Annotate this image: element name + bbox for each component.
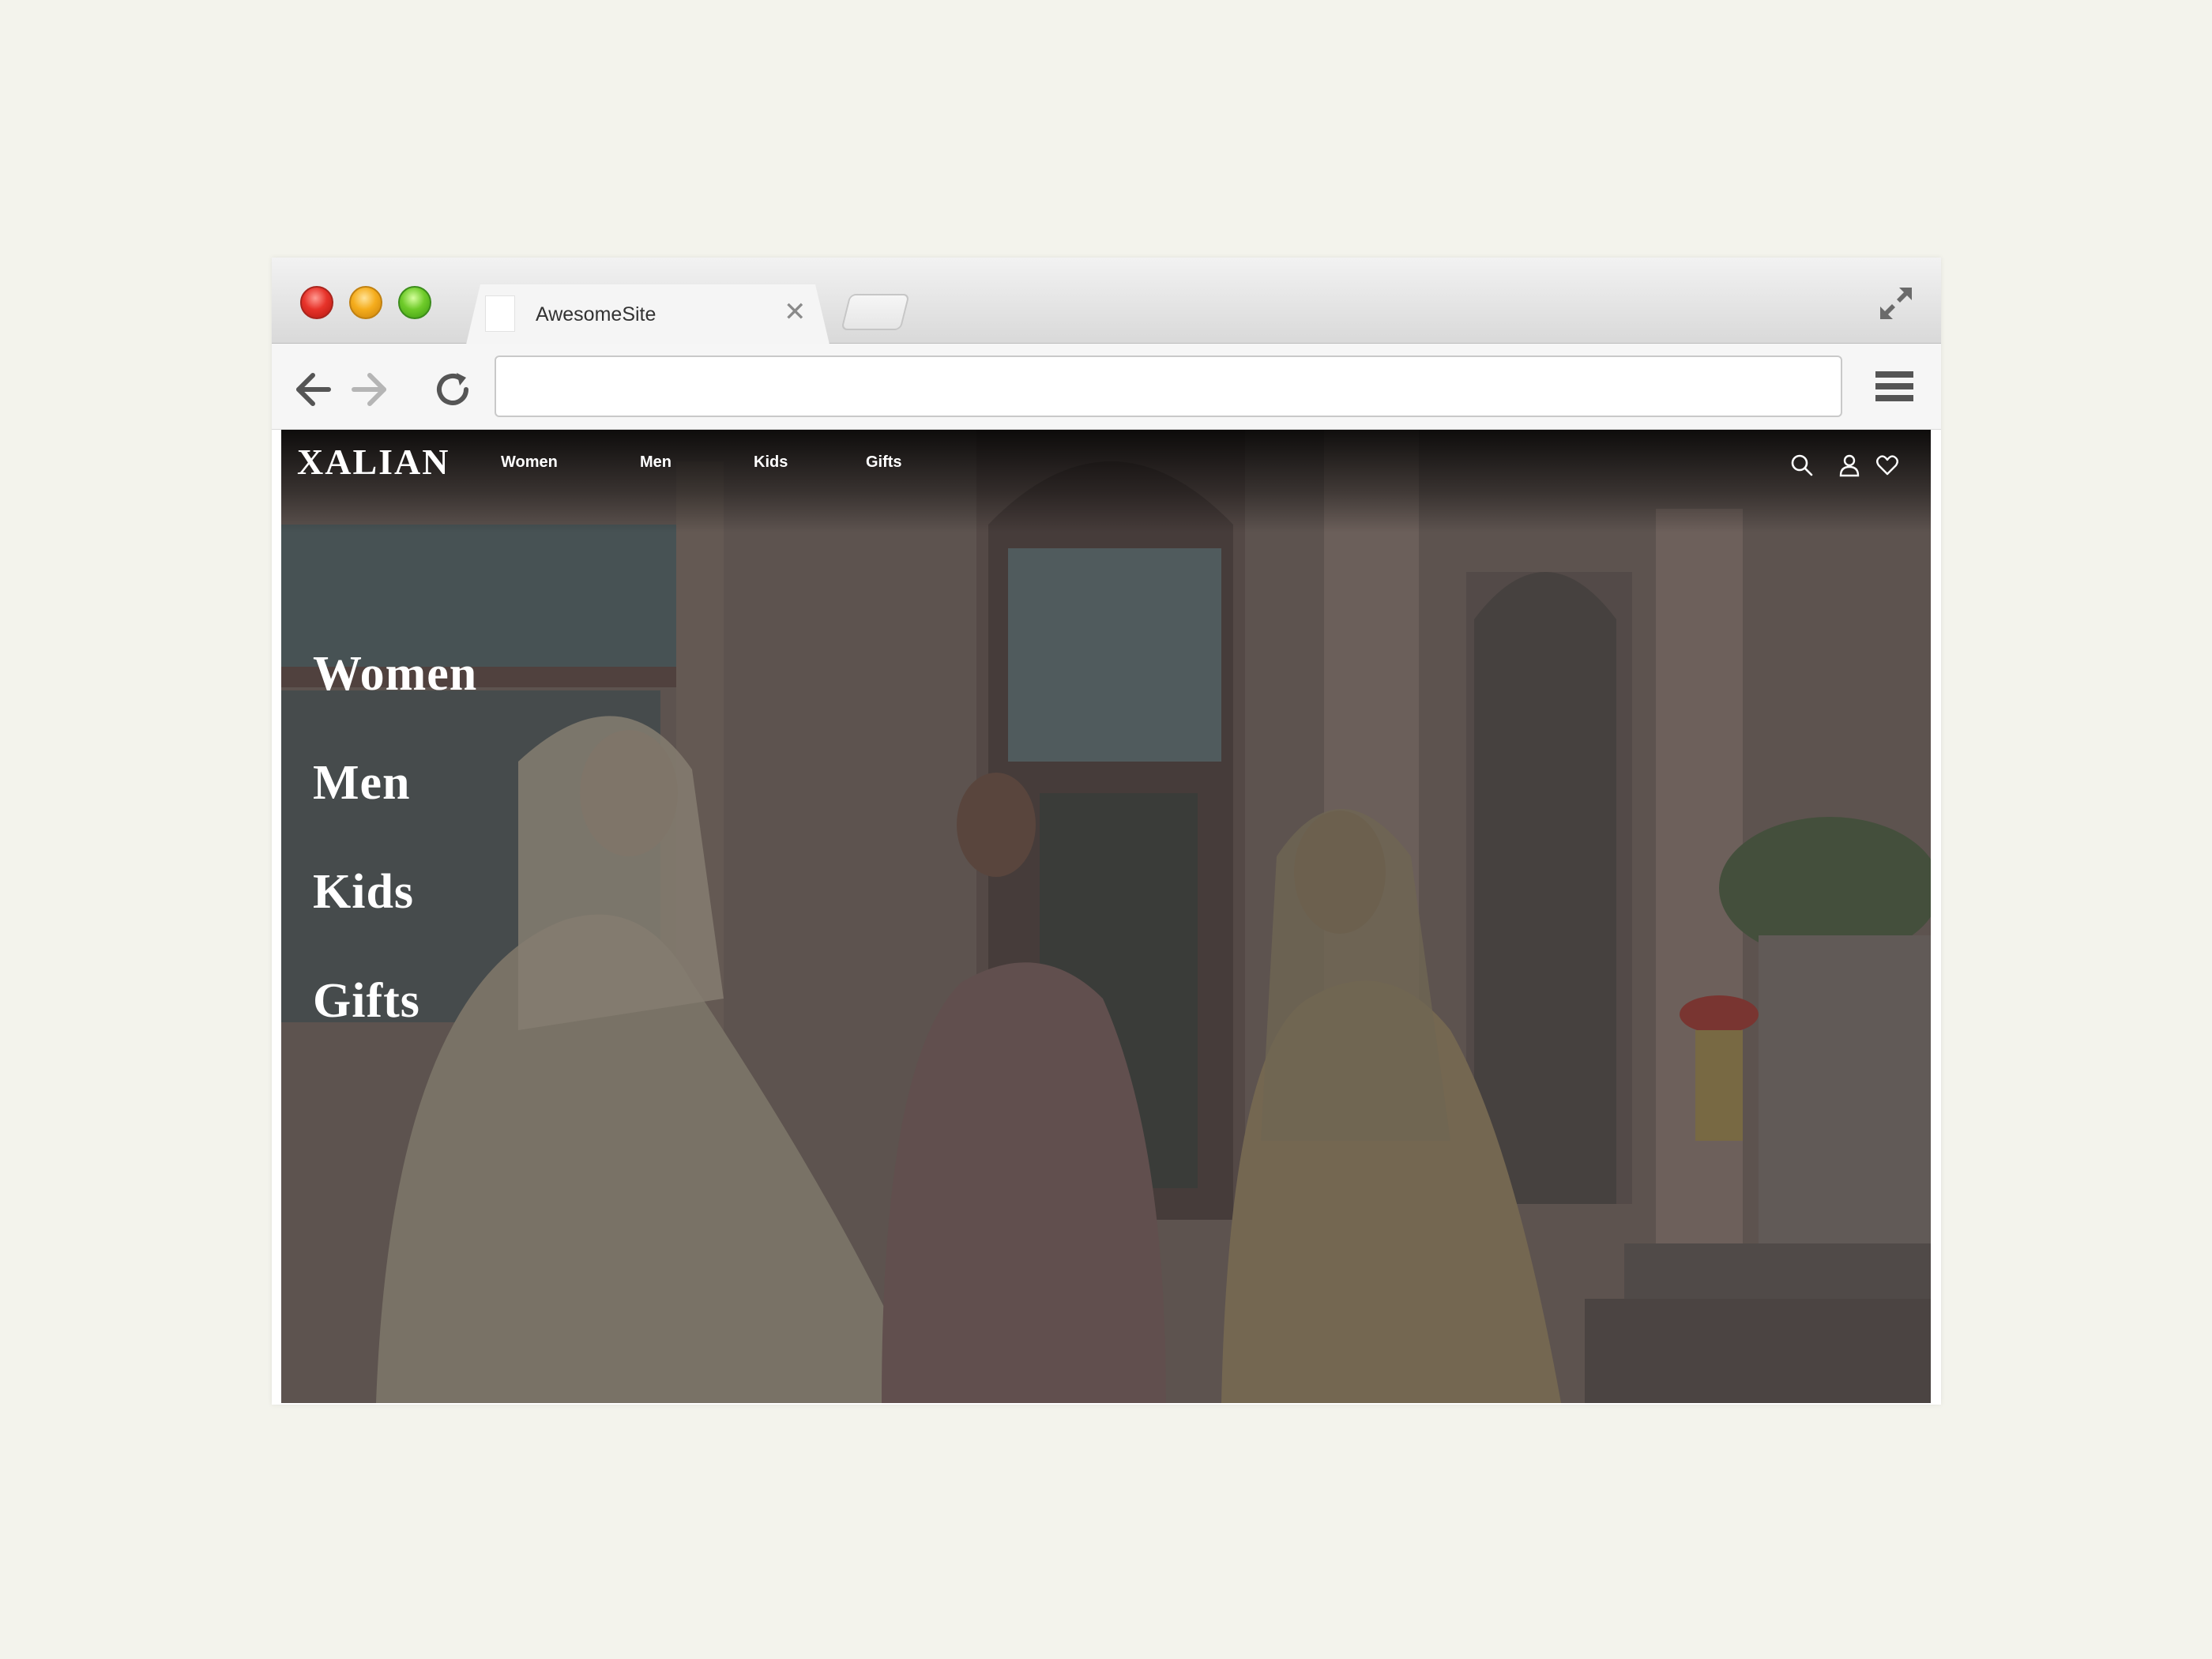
top-nav-gifts[interactable]: Gifts <box>866 453 902 472</box>
new-tab-button[interactable] <box>841 294 910 330</box>
page-favicon-icon <box>485 295 515 332</box>
hero-nav-men[interactable]: Men <box>313 755 411 811</box>
user-icon[interactable] <box>1838 453 1861 477</box>
tab-title: AwesomeSite <box>536 303 656 325</box>
heart-icon[interactable] <box>1875 453 1899 477</box>
tab-close-icon[interactable]: ✕ <box>784 299 807 325</box>
minimize-window-button[interactable] <box>349 286 382 319</box>
close-window-button[interactable] <box>300 286 333 319</box>
hamburger-menu-icon[interactable] <box>1874 368 1915 404</box>
fullscreen-icon[interactable] <box>1875 283 1917 324</box>
top-nav-kids[interactable]: Kids <box>754 453 788 472</box>
browser-window: AwesomeSite ✕ XALIAN Women Men Kids Gift… <box>272 258 1941 1405</box>
hero-nav-gifts[interactable]: Gifts <box>313 973 420 1029</box>
forward-arrow-icon[interactable] <box>348 368 390 411</box>
hero-background-image <box>281 430 1931 1403</box>
hero-nav-women[interactable]: Women <box>313 646 477 702</box>
reload-icon[interactable] <box>431 368 474 411</box>
title-bar: AwesomeSite ✕ <box>272 258 1941 344</box>
search-icon[interactable] <box>1790 453 1814 477</box>
site-logo[interactable]: XALIAN <box>297 441 450 483</box>
hero-nav-kids[interactable]: Kids <box>313 864 414 920</box>
zoom-window-button[interactable] <box>398 286 431 319</box>
back-arrow-icon[interactable] <box>292 368 335 411</box>
page-viewport: XALIAN Women Men Kids Gifts Women Men Ki… <box>281 430 1931 1403</box>
top-nav-women[interactable]: Women <box>501 453 558 472</box>
header-shade <box>281 430 1931 532</box>
address-bar[interactable] <box>495 356 1842 417</box>
top-nav-men[interactable]: Men <box>640 453 672 472</box>
